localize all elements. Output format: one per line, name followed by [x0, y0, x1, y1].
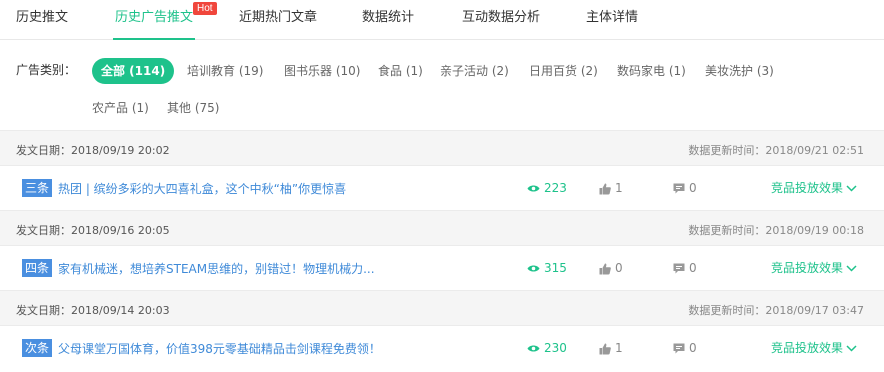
likes-stat: 1 — [599, 339, 623, 357]
publish-date: 发文日期：2018/09/14 20:03 — [16, 304, 170, 317]
views-stat: 315 — [527, 259, 567, 277]
category-chip-all[interactable]: 全部 (114) — [92, 58, 175, 84]
update-time: 数据更新时间：2018/09/19 00:18 — [688, 224, 864, 237]
category-chip-farm-products[interactable]: 农产品 (1) — [92, 95, 149, 121]
tab-interaction-analysis[interactable]: 互动数据分析 — [462, 0, 540, 40]
category-chip-food[interactable]: 食品 (1) — [378, 58, 423, 84]
comment-icon — [673, 263, 685, 274]
comments-stat: 0 — [673, 339, 697, 357]
position-badge: 次条 — [22, 339, 53, 357]
publish-date: 发文日期：2018/09/19 20:02 — [16, 144, 170, 157]
competitor-effect-button[interactable]: 竞品投放效果 — [771, 259, 857, 276]
comments-count: 0 — [689, 261, 697, 275]
thumbs-up-icon — [599, 343, 611, 354]
article-title-link[interactable]: 父母课堂万国体育，价值398元零基础精品击剑课程免费领！ — [58, 340, 381, 357]
article-row: 三条 热团 | 缤纷多彩的大四喜礼盒，这个中秋“柚”你更惊喜 223 1 0 竞… — [0, 166, 884, 210]
tab-recent-hot-articles[interactable]: 近期热门文章 — [239, 0, 317, 40]
comments-stat: 0 — [673, 259, 697, 277]
competitor-effect-button[interactable]: 竞品投放效果 — [771, 179, 857, 196]
position-badge: 四条 — [22, 259, 53, 277]
tab-bar: 历史推文 历史广告推文 Hot 近期热门文章 数据统计 互动数据分析 主体详情 — [0, 0, 884, 40]
comment-icon — [673, 183, 685, 194]
competitor-effect-label: 竞品投放效果 — [771, 181, 844, 195]
category-chip-beauty-care[interactable]: 美妆洗护 (3) — [705, 58, 774, 84]
likes-count: 1 — [615, 341, 623, 355]
competitor-effect-label: 竞品投放效果 — [771, 261, 844, 275]
tab-entity-details[interactable]: 主体详情 — [586, 0, 638, 40]
thumbs-up-icon — [599, 263, 611, 274]
comment-icon — [673, 343, 685, 354]
views-count: 230 — [544, 341, 567, 355]
article-row: 次条 父母课堂万国体育，价值398元零基础精品击剑课程免费领！ 230 1 0 … — [0, 326, 884, 370]
position-badge: 三条 — [22, 179, 53, 197]
hot-badge: Hot — [193, 2, 217, 15]
views-count: 223 — [544, 181, 567, 195]
likes-stat: 1 — [599, 179, 623, 197]
likes-count: 1 — [615, 181, 623, 195]
tab-history-posts[interactable]: 历史推文 — [16, 0, 68, 40]
eye-icon — [527, 345, 540, 352]
views-stat: 223 — [527, 179, 567, 197]
article-title-link[interactable]: 热团 | 缤纷多彩的大四喜礼盒，这个中秋“柚”你更惊喜 — [58, 180, 346, 197]
views-count: 315 — [544, 261, 567, 275]
filter-label: 广告类别： — [16, 63, 77, 77]
date-row: 发文日期：2018/09/14 20:03 数据更新时间：2018/09/17 … — [0, 290, 884, 326]
chevron-down-icon — [846, 345, 857, 352]
chevron-down-icon — [846, 185, 857, 192]
competitor-effect-label: 竞品投放效果 — [771, 341, 844, 355]
comments-count: 0 — [689, 181, 697, 195]
category-filter: 广告类别： 全部 (114) 培训教育 (19) 图书乐器 (10) 食品 (1… — [0, 40, 884, 130]
views-stat: 230 — [527, 339, 567, 357]
category-chip-other[interactable]: 其他 (75) — [167, 95, 219, 121]
eye-icon — [527, 265, 540, 272]
update-time: 数据更新时间：2018/09/21 02:51 — [688, 144, 864, 157]
update-time: 数据更新时间：2018/09/17 03:47 — [688, 304, 864, 317]
category-chip-education[interactable]: 培训教育 (19) — [187, 58, 263, 84]
category-chip-digital-appliances[interactable]: 数码家电 (1) — [617, 58, 686, 84]
comments-stat: 0 — [673, 179, 697, 197]
tab-history-ad-posts[interactable]: 历史广告推文 — [113, 0, 196, 40]
article-title-link[interactable]: 家有机械迷，想培养STEAM思维的，别错过！物理机械力... — [58, 260, 375, 277]
likes-stat: 0 — [599, 259, 623, 277]
category-chip-daily-goods[interactable]: 日用百货 (2) — [529, 58, 598, 84]
article-row: 四条 家有机械迷，想培养STEAM思维的，别错过！物理机械力... 315 0 … — [0, 246, 884, 290]
comments-count: 0 — [689, 341, 697, 355]
date-row: 发文日期：2018/09/19 20:02 数据更新时间：2018/09/21 … — [0, 130, 884, 166]
date-row: 发文日期：2018/09/16 20:05 数据更新时间：2018/09/19 … — [0, 210, 884, 246]
competitor-effect-button[interactable]: 竞品投放效果 — [771, 339, 857, 356]
category-chip-books-instruments[interactable]: 图书乐器 (10) — [284, 58, 360, 84]
likes-count: 0 — [615, 261, 623, 275]
chevron-down-icon — [846, 265, 857, 272]
category-chip-family-activities[interactable]: 亲子活动 (2) — [440, 58, 509, 84]
publish-date: 发文日期：2018/09/16 20:05 — [16, 224, 170, 237]
thumbs-up-icon — [599, 183, 611, 194]
eye-icon — [527, 185, 540, 192]
tab-data-statistics[interactable]: 数据统计 — [362, 0, 414, 40]
